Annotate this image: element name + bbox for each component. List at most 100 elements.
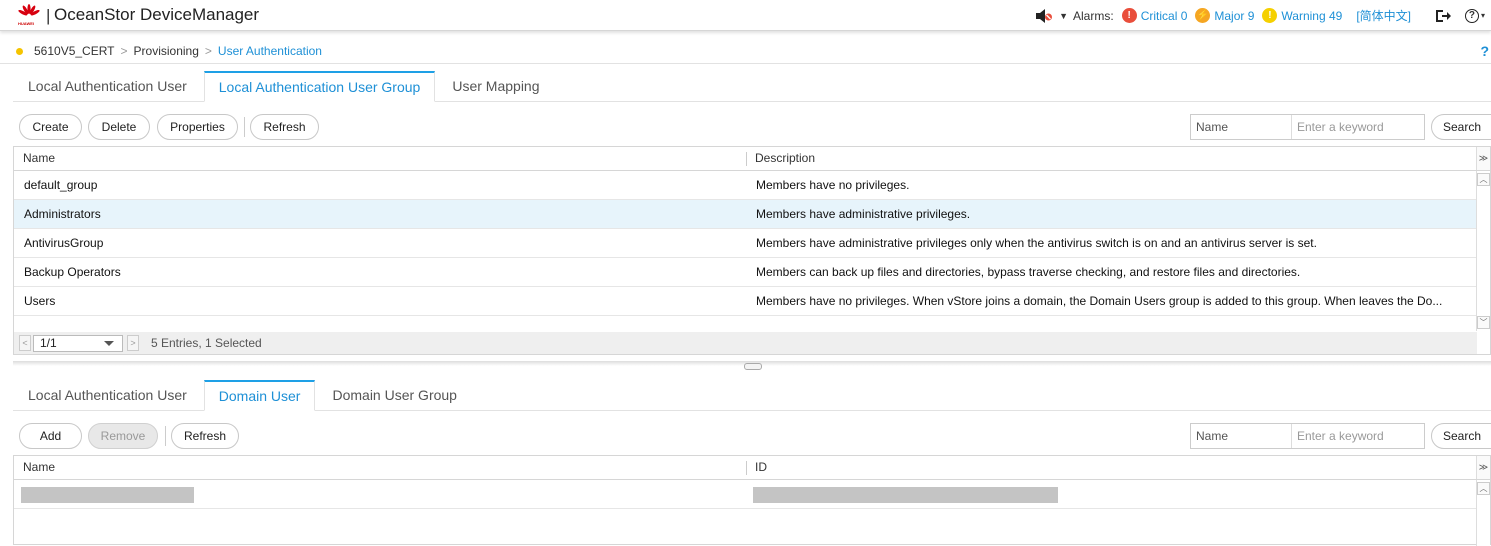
breadcrumb-provisioning[interactable]: Provisioning: [134, 44, 199, 58]
language-switch[interactable]: [简体中文]: [1356, 7, 1411, 24]
alarms-label: Alarms:: [1073, 8, 1114, 23]
toolbar-divider: [244, 117, 245, 137]
tab-local-authentication-user[interactable]: Local Authentication User: [13, 379, 202, 410]
row-description: Members have no privileges.: [756, 178, 910, 192]
alarm-sound-toggle[interactable]: [1035, 8, 1053, 24]
prev-page-icon[interactable]: <: [19, 335, 31, 351]
scroll-up-icon[interactable]: ︿: [1477, 482, 1490, 495]
scroll-down-icon[interactable]: ﹀: [1477, 316, 1490, 329]
properties-button[interactable]: Properties: [157, 114, 238, 140]
row-description: Members have administrative privileges o…: [756, 236, 1317, 250]
chevron-right-icon: >: [204, 44, 212, 58]
row-name: AntivirusGroup: [24, 236, 104, 250]
refresh-button[interactable]: Refresh: [250, 114, 319, 140]
tab-local-authentication-user-group[interactable]: Local Authentication User Group: [203, 71, 436, 102]
brand-text: HUAWEI: [18, 21, 34, 26]
table-row[interactable]: [14, 480, 1477, 509]
row-description: Members have administrative privileges.: [756, 207, 971, 221]
add-button[interactable]: Add: [19, 423, 82, 449]
tab-domain-user-group[interactable]: Domain User Group: [317, 379, 472, 410]
warning-alarms-link[interactable]: ! Warning 49: [1262, 8, 1342, 23]
warning-alarms-count: Warning 49: [1281, 8, 1343, 23]
column-divider[interactable]: [746, 461, 747, 475]
top-toolbar: Create Delete Properties Refresh Name En…: [19, 114, 1491, 140]
logout-icon: [1435, 9, 1451, 22]
chevron-down-icon: ▾: [1480, 11, 1485, 20]
remove-button[interactable]: Remove: [88, 423, 158, 449]
title-separator: |: [46, 6, 51, 25]
user-group-table: Name Description ≫ default_group Members…: [13, 146, 1491, 355]
table-row[interactable]: default_group Members have no privileges…: [14, 171, 1477, 200]
table-row[interactable]: Users Members have no privileges. When v…: [14, 287, 1477, 316]
bottom-tab-bar: Local Authentication User Domain User Do…: [13, 379, 1491, 411]
next-page-icon[interactable]: >: [127, 335, 139, 351]
tab-local-authentication-user[interactable]: Local Authentication User: [13, 70, 202, 101]
table-header: Name ID ≫: [14, 456, 1490, 480]
search-button[interactable]: Search: [1431, 114, 1491, 140]
table-pager: < 1/1 > 5 Entries, 1 Selected: [14, 332, 1477, 354]
major-alarms-count: Major 9: [1214, 8, 1255, 23]
splitter-handle-icon[interactable]: [744, 363, 762, 370]
device-status-icon: [16, 48, 23, 55]
page-select[interactable]: 1/1: [33, 334, 123, 352]
table-row[interactable]: AntivirusGroup Members have administrati…: [14, 229, 1477, 258]
column-menu-icon[interactable]: ≫: [1476, 147, 1490, 170]
tab-user-mapping[interactable]: User Mapping: [437, 70, 554, 101]
column-header-id[interactable]: ID: [755, 456, 767, 479]
top-header: HUAWEI | OceanStor DeviceManager ▼ Alarm…: [0, 0, 1491, 31]
search-input[interactable]: Enter a keyword: [1292, 115, 1424, 139]
vertical-scrollbar[interactable]: ︿: [1476, 480, 1490, 546]
chevron-down-icon: ▼: [1059, 10, 1069, 21]
major-alarm-icon: ⚡: [1195, 8, 1211, 23]
column-menu-icon[interactable]: ≫: [1476, 456, 1490, 479]
table-row-selected[interactable]: Administrators Members have administrati…: [14, 200, 1477, 229]
redacted-id: [753, 487, 1058, 503]
row-name: default_group: [24, 178, 98, 192]
row-name: Backup Operators: [24, 265, 121, 279]
column-header-name[interactable]: Name: [23, 456, 55, 479]
row-name: Administrators: [24, 207, 101, 221]
refresh-button[interactable]: Refresh: [171, 423, 239, 449]
search-field-select[interactable]: Name: [1191, 424, 1292, 448]
table-row[interactable]: Backup Operators Members can back up fil…: [14, 258, 1477, 287]
delete-button[interactable]: Delete: [88, 114, 150, 140]
help-menu[interactable]: ? ▾: [1464, 8, 1485, 23]
vertical-scrollbar[interactable]: ︿ ﹀: [1476, 171, 1490, 331]
breadcrumb: 5610V5_CERT > Provisioning > User Authen…: [0, 40, 1491, 64]
critical-alarms-link[interactable]: ! Critical 0: [1121, 8, 1188, 23]
search-box: Name Enter a keyword: [1190, 423, 1425, 449]
search-field-select[interactable]: Name: [1191, 115, 1292, 139]
critical-alarms-count: Critical 0: [1140, 8, 1188, 23]
table-header: Name Description ≫: [14, 147, 1490, 171]
column-header-name[interactable]: Name: [23, 147, 55, 170]
app-title: OceanStor DeviceManager: [54, 5, 260, 24]
create-button[interactable]: Create: [19, 114, 82, 140]
entries-summary: 5 Entries, 1 Selected: [151, 336, 262, 350]
header-right: ▼ Alarms: ! Critical 0 ⚡ Major 9 ! Warni…: [1035, 0, 1491, 31]
bottom-toolbar: Add Remove Refresh Name Enter a keyword …: [19, 423, 1491, 449]
domain-user-table: Name ID ≫ ︿: [13, 455, 1491, 546]
scroll-up-icon[interactable]: ︿: [1477, 173, 1490, 186]
page-select-value: 1/1: [40, 335, 57, 350]
logout-button[interactable]: [1435, 9, 1451, 23]
top-tab-bar: Local Authentication User Local Authenti…: [13, 70, 1491, 102]
row-description: Members can back up files and directorie…: [756, 265, 1301, 279]
chevron-right-icon: >: [120, 44, 128, 58]
search-button[interactable]: Search: [1431, 423, 1491, 449]
help-icon: ?: [1464, 8, 1479, 23]
column-header-description[interactable]: Description: [755, 147, 815, 170]
breadcrumb-current: User Authentication: [217, 44, 322, 58]
panel-splitter[interactable]: [13, 361, 1491, 373]
toolbar-divider: [165, 426, 166, 446]
warning-alarm-icon: !: [1262, 8, 1278, 23]
page-help-icon[interactable]: ?: [1480, 43, 1489, 59]
column-divider[interactable]: [746, 152, 747, 166]
row-name: Users: [24, 294, 56, 308]
breadcrumb-device[interactable]: 5610V5_CERT: [34, 44, 115, 58]
tab-domain-user[interactable]: Domain User: [203, 380, 316, 411]
search-input[interactable]: Enter a keyword: [1292, 424, 1424, 448]
alarms-dropdown[interactable]: ▼ Alarms:: [1059, 9, 1114, 23]
critical-alarm-icon: !: [1121, 8, 1137, 23]
row-description: Members have no privileges. When vStore …: [756, 294, 1443, 308]
major-alarms-link[interactable]: ⚡ Major 9: [1195, 8, 1254, 23]
